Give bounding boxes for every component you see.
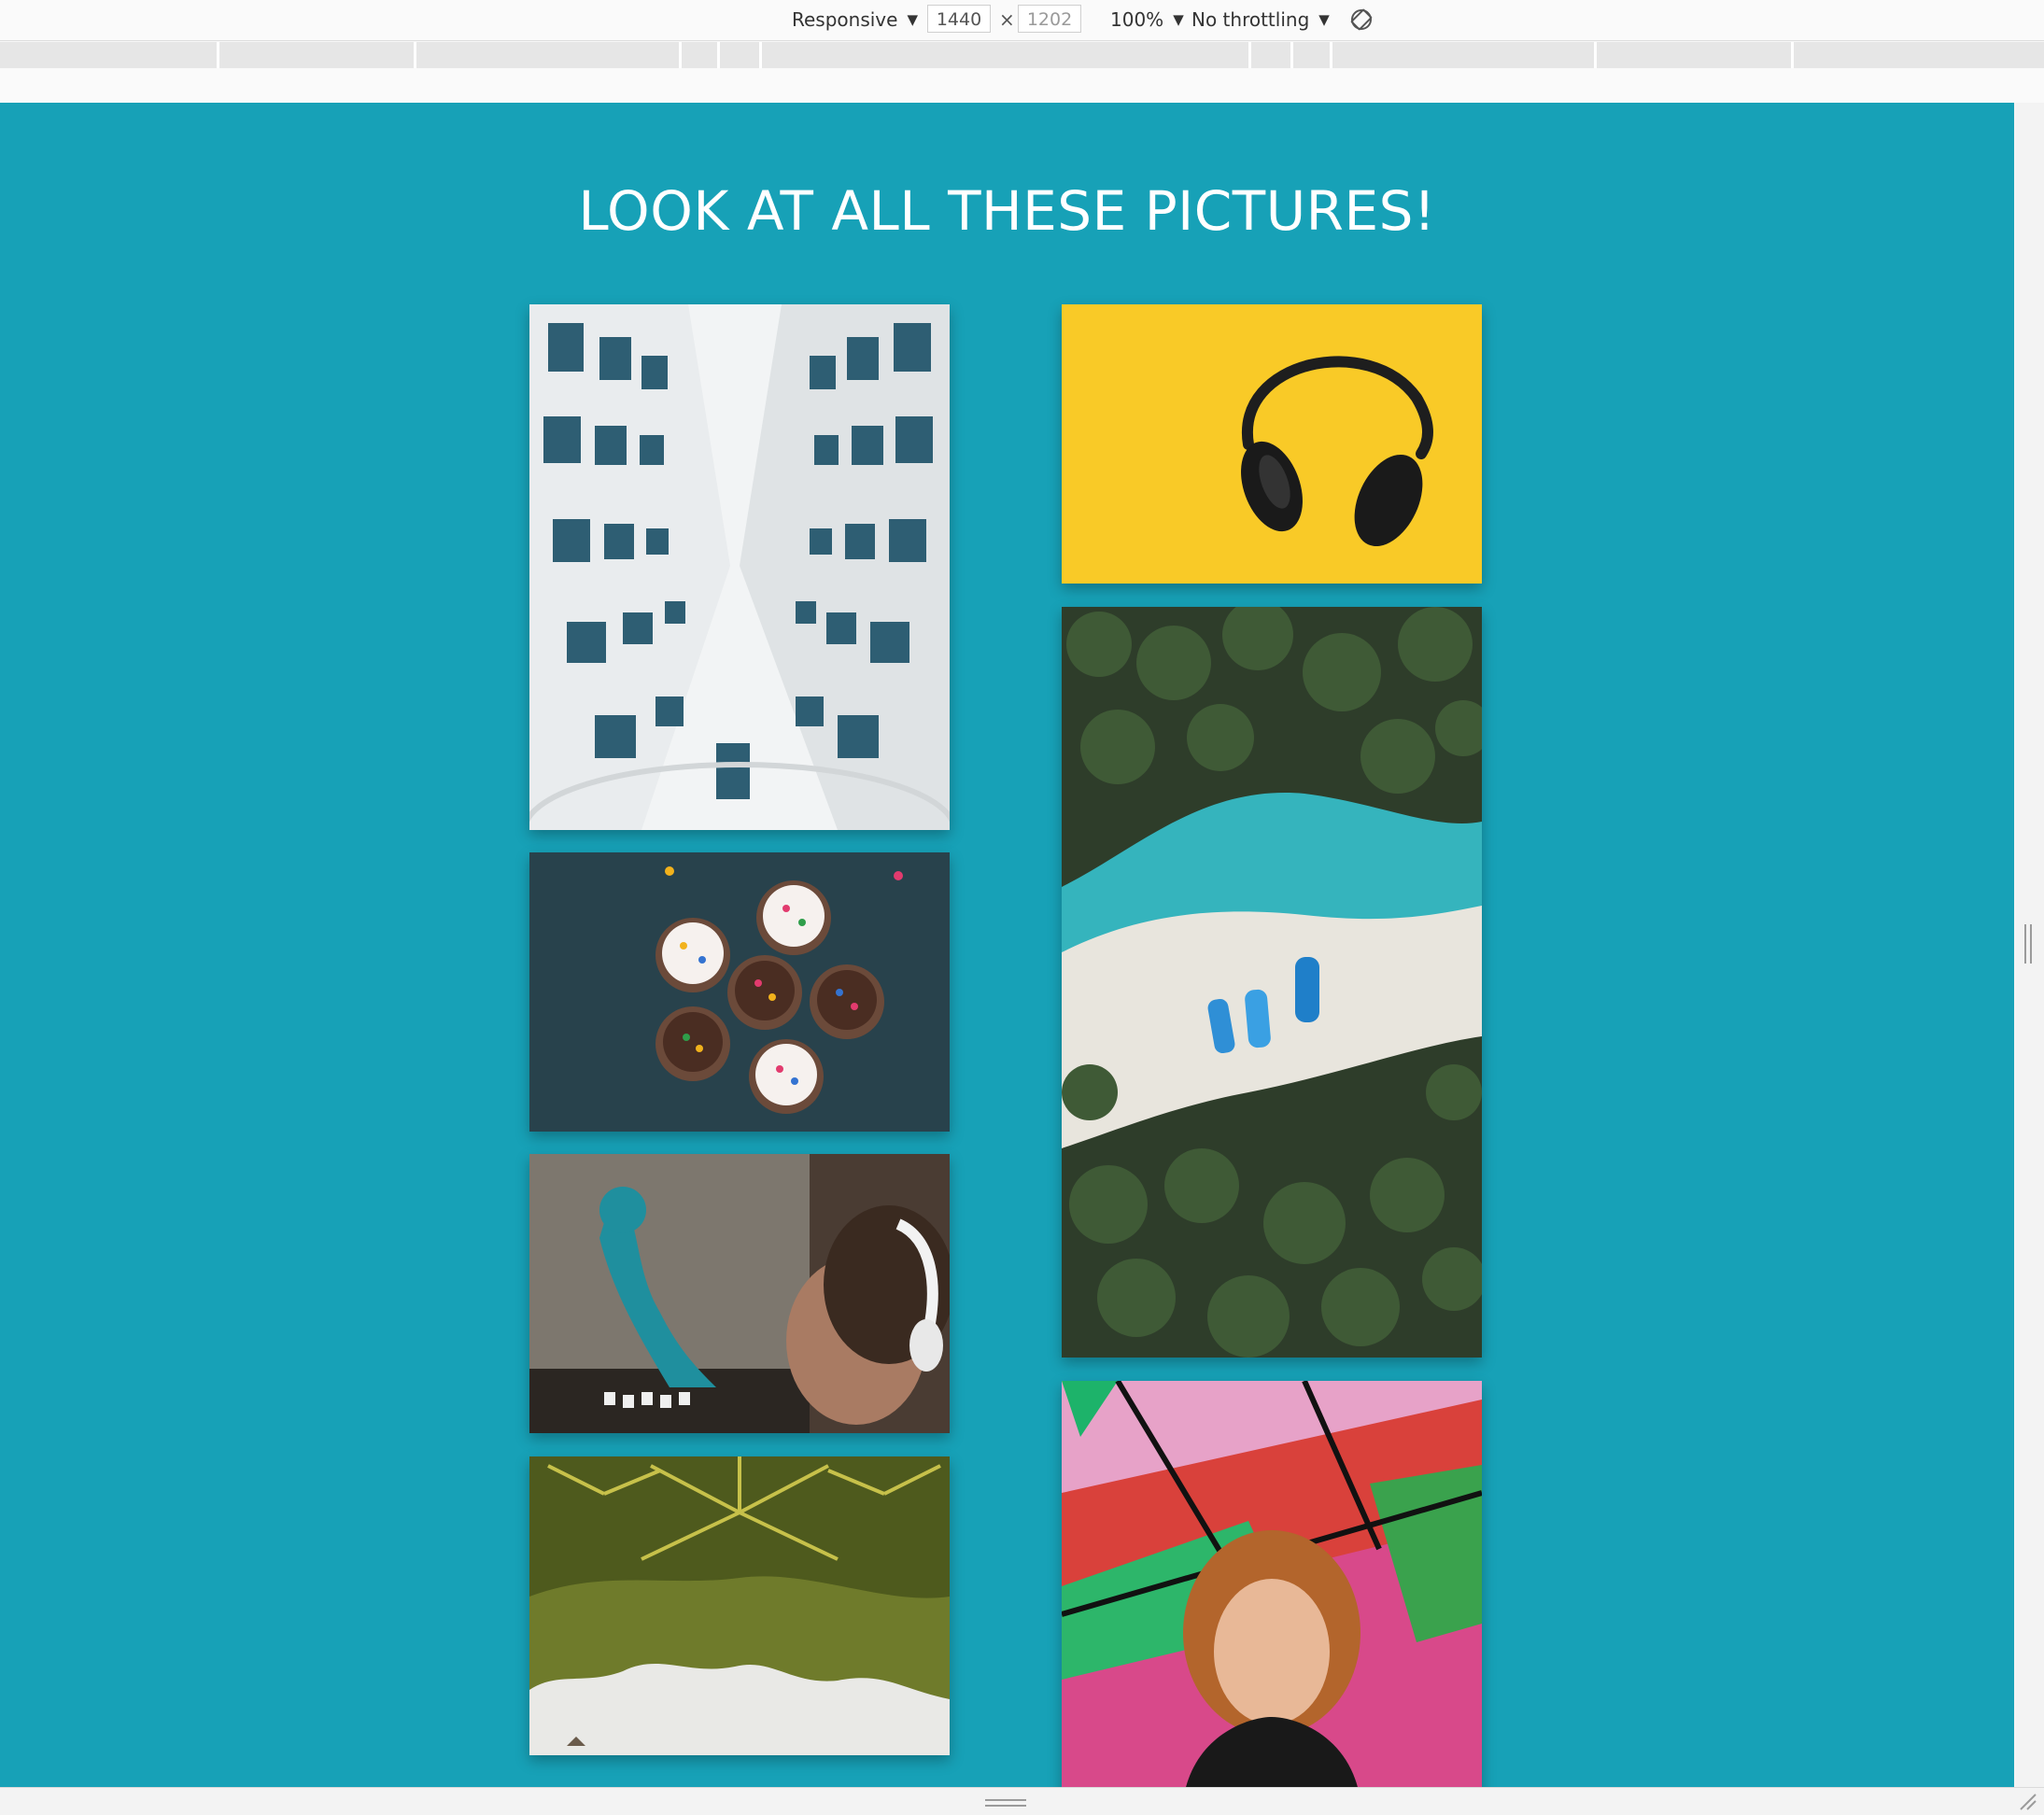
chevron-down-icon: ▼: [1173, 11, 1184, 28]
chevron-down-icon: ▼: [1318, 11, 1330, 28]
girl-graffiti-photo: [1062, 1381, 1482, 1787]
ruler-divider: [217, 42, 219, 68]
graffiti-headphones-photo: [529, 1154, 950, 1433]
ruler-divider: [1594, 42, 1597, 68]
media-query-ruler[interactable]: [0, 42, 2044, 68]
device-mode-dropdown[interactable]: Responsive ▼: [792, 6, 918, 34]
throttling-label: No throttling: [1191, 8, 1310, 31]
ruler-divider: [1290, 42, 1293, 68]
page-title: LOOK AT ALL THESE PICTURES!: [578, 179, 1436, 243]
ruler-divider: [759, 42, 762, 68]
bottom-resize-handle[interactable]: [985, 1799, 1026, 1807]
ruler-divider: [717, 42, 720, 68]
ruler-divider: [679, 42, 682, 68]
palm-trees-photo: [529, 1456, 950, 1755]
corner-resize-icon[interactable]: [2017, 1791, 2037, 1811]
ruler-divider: [414, 42, 416, 68]
device-mode-label: Responsive: [792, 8, 898, 31]
cupcakes-photo: [529, 852, 950, 1132]
zoom-label: 100%: [1110, 8, 1164, 31]
viewport-top-band: [0, 68, 2044, 104]
zoom-dropdown[interactable]: 100% ▼: [1110, 6, 1184, 34]
viewport-height-input[interactable]: 1202: [1018, 5, 1081, 33]
ruler-divider: [1791, 42, 1794, 68]
rotate-icon[interactable]: [1348, 7, 1374, 33]
ruler-divider: [1330, 42, 1332, 68]
ruler-divider: [1248, 42, 1251, 68]
device-toolbar: Responsive ▼ 1440 × 1202 100% ▼ No throttl…: [0, 0, 2044, 41]
chevron-down-icon: ▼: [907, 11, 918, 28]
dimension-separator: ×: [999, 8, 1015, 31]
aerial-beach-photo: [1062, 607, 1482, 1358]
viewport-width-input[interactable]: 1440: [927, 5, 991, 33]
building-photo: [529, 304, 950, 830]
emulated-viewport: LOOK AT ALL THESE PICTURES!: [0, 103, 2014, 1787]
right-resize-handle[interactable]: [2024, 924, 2032, 964]
throttling-dropdown[interactable]: No throttling ▼: [1191, 6, 1330, 34]
headphones-photo: [1062, 304, 1482, 584]
